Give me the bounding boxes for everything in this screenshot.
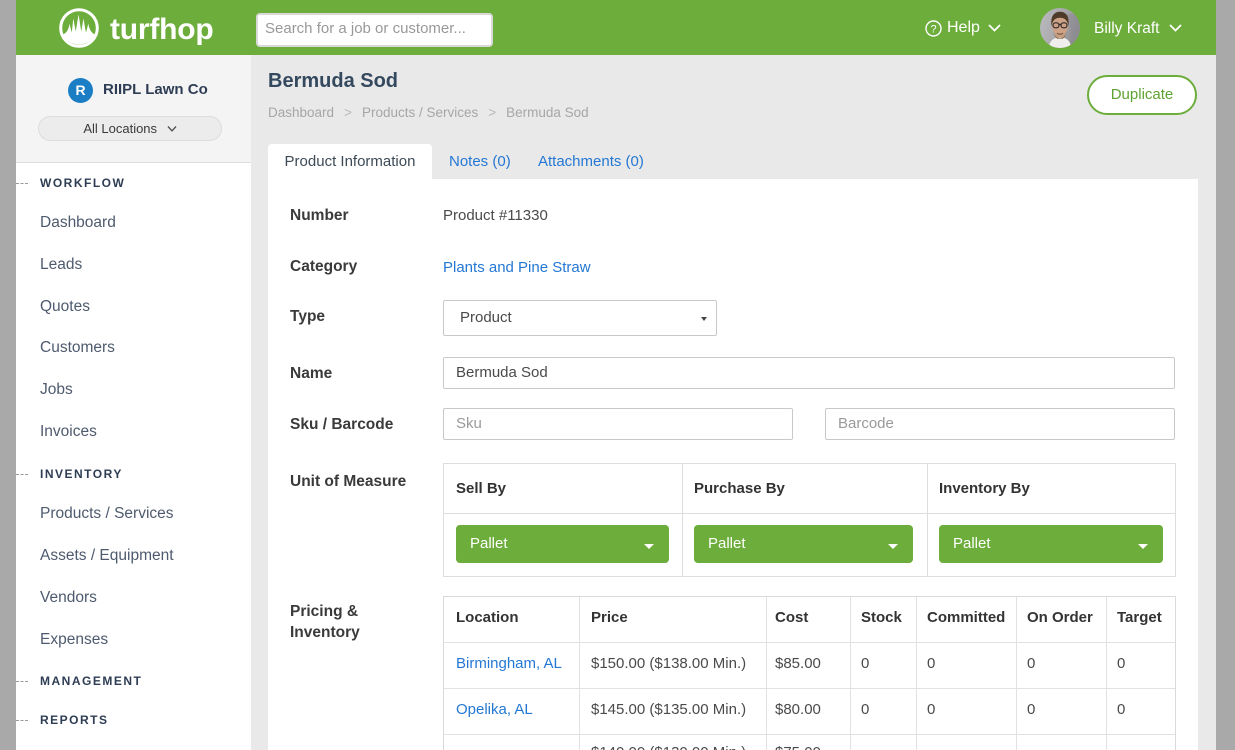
svg-text:?: ? — [930, 23, 936, 35]
